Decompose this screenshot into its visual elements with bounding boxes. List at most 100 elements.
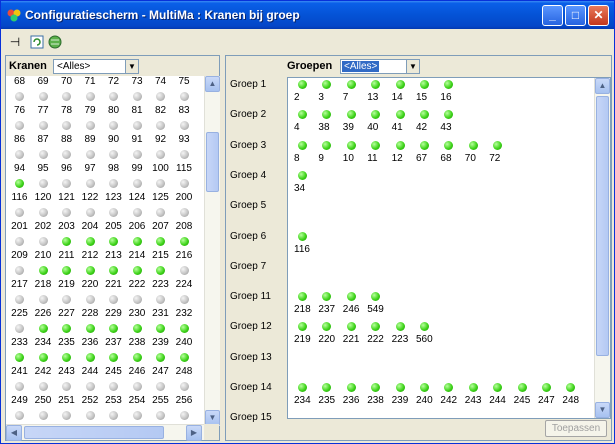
group-kraan-item[interactable]: 248: [562, 383, 586, 407]
group-kraan-item[interactable]: 9: [318, 140, 342, 165]
group-kraan-item[interactable]: 219: [294, 322, 318, 346]
group-kraan-item[interactable]: 11: [367, 140, 391, 165]
group-kraan-item[interactable]: 2: [294, 80, 318, 104]
kraan-status-active-icon[interactable]: [109, 237, 118, 246]
group-kraan-item[interactable]: 68: [440, 140, 464, 165]
kraan-status-inactive-icon[interactable]: [179, 121, 189, 130]
group-kraan-item[interactable]: 16: [440, 80, 464, 104]
kraan-status-active-icon[interactable]: [85, 266, 95, 275]
kraan-status-inactive-icon[interactable]: [156, 121, 165, 130]
kraan-status-inactive-icon[interactable]: [109, 382, 118, 391]
group-kraan-item[interactable]: 72: [489, 140, 513, 165]
kraan-status-inactive-icon[interactable]: [85, 382, 95, 391]
kraan-status-active-icon[interactable]: [109, 353, 118, 362]
kraan-status-inactive-icon[interactable]: [85, 179, 95, 188]
kraan-status-inactive-icon[interactable]: [156, 295, 165, 304]
kraan-status-inactive-icon[interactable]: [132, 150, 142, 159]
kraan-status-inactive-icon[interactable]: [38, 295, 48, 304]
maximize-button[interactable]: □: [565, 5, 586, 26]
kraan-status-inactive-icon[interactable]: [85, 411, 95, 420]
kraan-status-inactive-icon[interactable]: [38, 411, 48, 420]
kraan-status-active-icon[interactable]: [62, 237, 71, 246]
kraan-status-active-icon[interactable]: [132, 353, 142, 362]
chevron-down-icon[interactable]: ▼: [125, 60, 138, 73]
group-kraan-item[interactable]: 245: [514, 383, 538, 407]
group-kraan-item[interactable]: 560: [416, 322, 440, 346]
group-kraan-item[interactable]: 39: [343, 110, 367, 134]
kranen-filter-dropdown[interactable]: <Alles> ▼: [53, 59, 139, 74]
group-kraan-item[interactable]: 222: [367, 322, 391, 346]
kraan-status-active-icon[interactable]: [179, 353, 189, 362]
kraan-status-inactive-icon[interactable]: [38, 92, 48, 101]
kraan-status-inactive-icon[interactable]: [15, 150, 24, 159]
kraan-status-inactive-icon[interactable]: [109, 150, 118, 159]
kraan-status-active-icon[interactable]: [62, 266, 71, 275]
horizontal-scroll-thumb[interactable]: [24, 426, 164, 439]
kraan-status-inactive-icon[interactable]: [132, 382, 142, 391]
kraan-status-inactive-icon[interactable]: [15, 121, 24, 130]
group-kraan-item[interactable]: 234: [294, 383, 318, 407]
kraan-status-inactive-icon[interactable]: [132, 411, 142, 420]
chevron-down-icon[interactable]: ▼: [406, 60, 419, 73]
kraan-status-inactive-icon[interactable]: [132, 92, 142, 101]
kraan-status-inactive-icon[interactable]: [15, 295, 24, 304]
kraan-status-inactive-icon[interactable]: [156, 179, 165, 188]
kraan-status-active-icon[interactable]: [179, 237, 189, 246]
kraan-status-inactive-icon[interactable]: [132, 208, 142, 217]
kraan-status-inactive-icon[interactable]: [62, 92, 71, 101]
group-kraan-item[interactable]: 10: [343, 140, 367, 165]
kraan-status-inactive-icon[interactable]: [85, 208, 95, 217]
kranen-vertical-scrollbar[interactable]: ▲ ▼: [204, 76, 220, 426]
kraan-status-inactive-icon[interactable]: [109, 411, 118, 420]
kraan-status-inactive-icon[interactable]: [38, 237, 48, 246]
kraan-status-inactive-icon[interactable]: [132, 179, 142, 188]
group-kraan-item[interactable]: 42: [416, 110, 440, 134]
group-kraan-item[interactable]: 244: [489, 383, 513, 407]
kraan-status-inactive-icon[interactable]: [15, 208, 24, 217]
kraan-status-inactive-icon[interactable]: [109, 179, 118, 188]
groepen-filter-dropdown[interactable]: <Alles> ▼: [340, 59, 420, 74]
group-kraan-item[interactable]: 43: [440, 110, 464, 134]
scroll-thumb[interactable]: [206, 132, 219, 192]
kraan-status-active-icon[interactable]: [132, 324, 142, 333]
scroll-down-icon[interactable]: ▼: [595, 402, 610, 418]
apply-button[interactable]: Toepassen: [545, 420, 607, 437]
kraan-status-active-icon[interactable]: [156, 266, 165, 275]
kraan-status-inactive-icon[interactable]: [38, 208, 48, 217]
group-kraan-item[interactable]: 223: [392, 322, 416, 346]
kraan-status-inactive-icon[interactable]: [62, 150, 71, 159]
kraan-status-inactive-icon[interactable]: [38, 382, 48, 391]
kraan-status-active-icon[interactable]: [38, 353, 48, 362]
scroll-left-icon[interactable]: ◀: [6, 425, 22, 441]
kraan-status-active-icon[interactable]: [85, 237, 95, 246]
kraan-status-inactive-icon[interactable]: [156, 92, 165, 101]
group-kraan-item[interactable]: 246: [343, 292, 367, 316]
group-kraan-item[interactable]: 235: [318, 383, 342, 407]
group-kraan-item[interactable]: 4: [294, 110, 318, 134]
kraan-status-inactive-icon[interactable]: [132, 121, 142, 130]
group-kraan-item[interactable]: 41: [392, 110, 416, 134]
kraan-status-inactive-icon[interactable]: [62, 208, 71, 217]
kraan-status-active-icon[interactable]: [109, 266, 118, 275]
kraan-status-inactive-icon[interactable]: [156, 150, 165, 159]
kraan-status-inactive-icon[interactable]: [85, 150, 95, 159]
group-kraan-item[interactable]: 218: [294, 292, 318, 316]
kraan-status-inactive-icon[interactable]: [179, 382, 189, 391]
group-kraan-item[interactable]: 242: [440, 383, 464, 407]
kraan-status-inactive-icon[interactable]: [179, 295, 189, 304]
kraan-status-inactive-icon[interactable]: [62, 382, 71, 391]
kraan-status-inactive-icon[interactable]: [15, 266, 24, 275]
kraan-status-active-icon[interactable]: [38, 324, 48, 333]
kraan-status-inactive-icon[interactable]: [15, 382, 24, 391]
scroll-up-icon[interactable]: ▲: [595, 78, 610, 94]
kraan-status-inactive-icon[interactable]: [38, 179, 48, 188]
group-kraan-item[interactable]: 240: [416, 383, 440, 407]
kraan-status-active-icon[interactable]: [62, 324, 71, 333]
kranen-horizontal-scrollbar[interactable]: ◀ ▶: [6, 424, 204, 441]
kraan-status-inactive-icon[interactable]: [15, 92, 24, 101]
title-bar[interactable]: Configuratiescherm - MultiMa : Kranen bi…: [1, 1, 614, 29]
kraan-status-active-icon[interactable]: [62, 353, 71, 362]
kraan-status-inactive-icon[interactable]: [62, 411, 71, 420]
kraan-status-inactive-icon[interactable]: [62, 121, 71, 130]
kraan-status-active-icon[interactable]: [132, 237, 142, 246]
